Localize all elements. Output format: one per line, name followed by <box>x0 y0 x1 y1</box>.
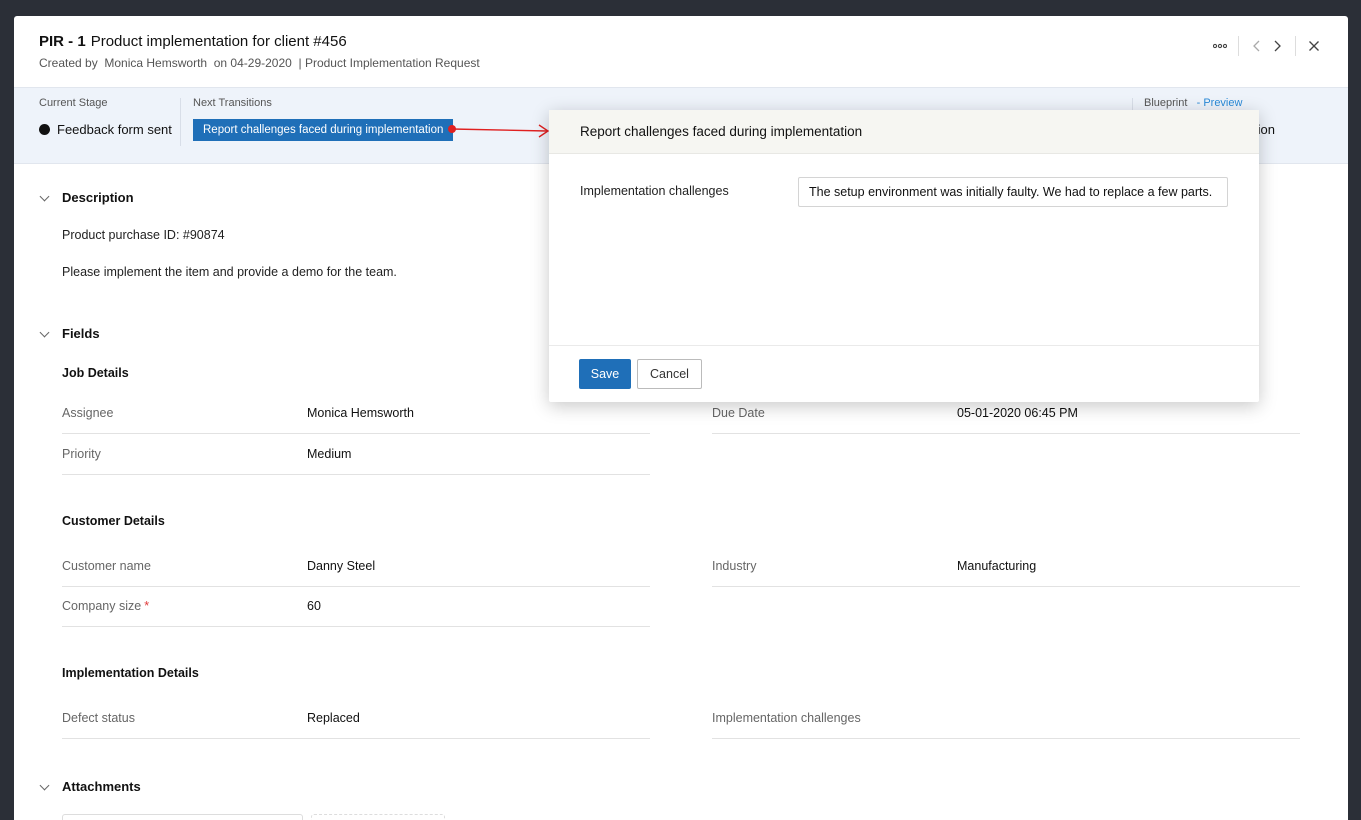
chevron-left-icon[interactable] <box>1247 36 1267 56</box>
implementation-details-heading: Implementation Details <box>62 666 199 680</box>
current-stage-label: Current Stage <box>39 97 108 109</box>
record-subtitle: Created by Monica Hemsworth on 04-29-202… <box>39 56 480 70</box>
chevron-down-icon <box>39 328 51 340</box>
field-value[interactable]: Manufacturing <box>957 559 1036 573</box>
created-by-label: Created by <box>39 56 98 70</box>
customer-details-heading: Customer Details <box>62 514 165 528</box>
field-row-industry: Industry Manufacturing <box>712 546 1300 587</box>
close-icon[interactable] <box>1304 36 1324 56</box>
field-row-defect-status: Defect status Replaced <box>62 698 650 739</box>
required-marker: * <box>144 599 150 613</box>
transition-button[interactable]: Report challenges faced during implement… <box>193 119 454 141</box>
record-id: PIR - 1 <box>39 33 86 50</box>
modal-footer: Save Cancel <box>549 345 1259 402</box>
record-title-text: Product implementation for client #456 <box>90 33 347 50</box>
attachment-dropzone[interactable] <box>62 814 303 820</box>
blueprint-label: Blueprint - Preview <box>1144 97 1242 109</box>
field-label: Due Date <box>712 406 765 420</box>
current-stage: Feedback form sent <box>39 122 172 137</box>
created-by-user: Monica Hemsworth <box>104 56 208 70</box>
field-label: Industry <box>712 559 757 573</box>
field-label: Customer name <box>62 559 151 573</box>
stage-dot-icon <box>39 124 50 135</box>
current-stage-value: Feedback form sent <box>57 122 172 137</box>
layout-name: | Product Implementation Request <box>298 56 480 70</box>
field-label: Company size * <box>62 599 149 613</box>
chevron-down-icon <box>39 192 51 204</box>
description-line: Please implement the item and provide a … <box>62 265 397 279</box>
record-title: PIR - 1 Product implementation for client… <box>39 33 347 50</box>
blueprint-preview-link[interactable]: - Preview <box>1197 97 1243 109</box>
field-row-priority: Priority Medium <box>62 434 650 475</box>
description-heading: Description <box>62 190 134 205</box>
modal-title: Report challenges faced during implement… <box>549 110 1259 154</box>
attachments-section-toggle[interactable]: Attachments <box>39 779 141 794</box>
field-label: Priority <box>62 447 101 461</box>
attachment-add-box[interactable] <box>311 814 445 820</box>
modal-field-label: Implementation challenges <box>580 184 729 198</box>
field-value[interactable]: Replaced <box>307 711 360 725</box>
field-value[interactable]: Danny Steel <box>307 559 375 573</box>
fields-section-toggle[interactable]: Fields <box>39 326 100 341</box>
description-section-toggle[interactable]: Description <box>39 190 134 205</box>
field-row-company-size: Company size * 60 <box>62 586 650 627</box>
job-details-heading: Job Details <box>62 366 129 380</box>
field-label: Implementation challenges <box>712 711 861 725</box>
more-icon[interactable] <box>1210 36 1230 56</box>
blueprint-label-text: Blueprint <box>1144 97 1188 109</box>
field-value[interactable]: Monica Hemsworth <box>307 406 414 420</box>
field-label: Assignee <box>62 406 114 420</box>
transition-modal: Report challenges faced during implement… <box>549 110 1259 402</box>
header-divider <box>1295 36 1296 56</box>
field-row-implementation-challenges: Implementation challenges <box>712 698 1300 739</box>
header-actions <box>1210 36 1324 56</box>
field-row-customer-name: Customer name Danny Steel <box>62 546 650 587</box>
created-on-date: on 04-29-2020 <box>213 56 292 70</box>
next-transitions-label: Next Transitions <box>193 97 272 109</box>
cancel-button[interactable]: Cancel <box>637 359 702 389</box>
save-button[interactable]: Save <box>579 359 631 389</box>
annotation-arrow-icon <box>448 124 550 138</box>
description-line: Product purchase ID: #90874 <box>62 228 225 242</box>
fields-heading: Fields <box>62 326 100 341</box>
implementation-challenges-input[interactable] <box>798 177 1228 207</box>
chevron-right-icon[interactable] <box>1267 36 1287 56</box>
field-value[interactable]: 05-01-2020 06:45 PM <box>957 406 1078 420</box>
header-divider <box>1238 36 1239 56</box>
stage-divider <box>180 98 181 146</box>
field-label-text: Company size <box>62 599 142 613</box>
chevron-down-icon <box>39 781 51 793</box>
field-label: Defect status <box>62 711 135 725</box>
record-header: PIR - 1 Product implementation for client… <box>14 16 1348 87</box>
field-value[interactable]: Medium <box>307 447 351 461</box>
attachments-heading: Attachments <box>62 779 141 794</box>
field-value[interactable]: 60 <box>307 599 321 613</box>
